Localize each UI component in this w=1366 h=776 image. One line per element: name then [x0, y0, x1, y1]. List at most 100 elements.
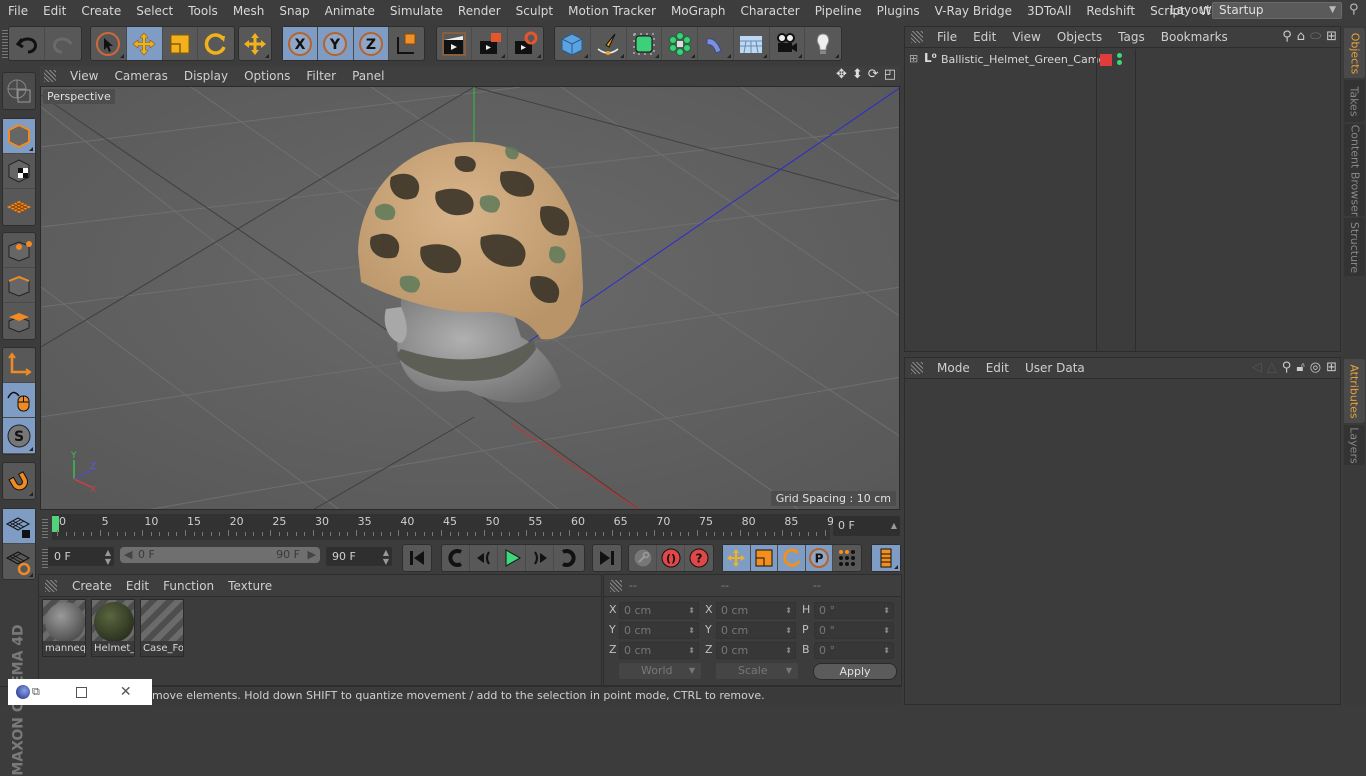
apply-button[interactable]: Apply: [813, 663, 897, 680]
back-arrow-icon[interactable]: ◁: [1252, 360, 1262, 375]
layout-dropdown[interactable]: Startup ▼: [1212, 2, 1342, 19]
coordinate-space-dropdown[interactable]: World ▼: [619, 663, 701, 679]
render-view-button[interactable]: [437, 27, 473, 60]
scale-key-button[interactable]: [750, 545, 779, 571]
close-icon[interactable]: ✕: [120, 684, 132, 700]
scale-tool-button[interactable]: [163, 27, 199, 60]
menu-character[interactable]: Character: [732, 4, 806, 18]
panel-grip[interactable]: [44, 70, 56, 82]
eye-icon[interactable]: ⬭: [1310, 29, 1321, 44]
menu-file[interactable]: File: [0, 4, 35, 18]
attributes-menu-edit[interactable]: Edit: [978, 361, 1017, 375]
objects-menu-bookmarks[interactable]: Bookmarks: [1153, 30, 1236, 44]
size-x-field[interactable]: 0 cm ⬍: [716, 602, 796, 619]
menu-plugins[interactable]: Plugins: [869, 4, 927, 18]
floor-button[interactable]: [734, 27, 770, 60]
planar-workplane-button[interactable]: [3, 544, 35, 579]
prev-key-button[interactable]: [442, 545, 470, 571]
material-swatch[interactable]: Case_Fo: [140, 599, 184, 657]
search-icon[interactable]: ⚲: [1282, 360, 1292, 375]
panel-grip[interactable]: [911, 31, 923, 43]
render-visibility-dot[interactable]: [1117, 60, 1122, 65]
x-axis-lock-button[interactable]: X: [283, 27, 319, 60]
menu-3dtoall[interactable]: 3DToAll: [1019, 4, 1078, 18]
attributes-menu-user-data[interactable]: User Data: [1017, 361, 1093, 375]
material-menu-texture[interactable]: Texture: [221, 579, 279, 593]
polygons-mode-button[interactable]: [3, 303, 35, 338]
solo-mode-button[interactable]: S: [3, 418, 35, 453]
camera-label[interactable]: Perspective: [43, 89, 115, 104]
viewport-menu-filter[interactable]: Filter: [298, 69, 344, 83]
menu-tools[interactable]: Tools: [180, 4, 225, 18]
camera-button[interactable]: [770, 27, 806, 60]
panel-grip[interactable]: [45, 579, 57, 592]
maximize-view-icon[interactable]: ◰: [884, 67, 896, 82]
redo-button[interactable]: [45, 27, 81, 60]
axis-mode-button[interactable]: [3, 348, 35, 383]
points-mode-button[interactable]: [3, 233, 35, 268]
tab-structure[interactable]: Structure: [1344, 218, 1365, 276]
goto-start-button[interactable]: [403, 545, 431, 571]
material-swatch[interactable]: Helmet_: [91, 599, 135, 657]
menu-motion-tracker[interactable]: Motion Tracker: [560, 4, 663, 18]
size-z-field[interactable]: 0 cm ⬍: [716, 642, 796, 659]
expand-icon[interactable]: ⊞: [909, 52, 918, 65]
menu-sculpt[interactable]: Sculpt: [508, 4, 560, 18]
pan-icon[interactable]: ✥: [836, 67, 847, 82]
coordinate-system-button[interactable]: [389, 27, 424, 60]
tweak-mode-button[interactable]: [3, 383, 35, 418]
y-axis-lock-button[interactable]: Y: [318, 27, 354, 60]
maximize-icon[interactable]: [75, 686, 87, 698]
orbit-icon[interactable]: ⟳: [868, 67, 879, 82]
render-picture-viewer-button[interactable]: [472, 27, 508, 60]
goto-end-button[interactable]: [593, 545, 621, 571]
make-editable-button[interactable]: [3, 73, 35, 109]
rotate-tool-button[interactable]: [198, 27, 234, 60]
pen-button[interactable]: [591, 27, 627, 60]
record-keys-button[interactable]: [629, 545, 657, 571]
layer-color-swatch[interactable]: [1100, 54, 1112, 66]
cube-button[interactable]: [555, 27, 591, 60]
menu-render[interactable]: Render: [450, 4, 508, 18]
rotation-key-button[interactable]: [778, 545, 806, 571]
menu-simulate[interactable]: Simulate: [382, 4, 450, 18]
material-menu-edit[interactable]: Edit: [119, 579, 156, 593]
panel-grip[interactable]: [911, 362, 923, 374]
play-button[interactable]: [498, 545, 526, 571]
material-menu-create[interactable]: Create: [65, 579, 119, 593]
cloner-button[interactable]: [662, 27, 698, 60]
edges-mode-button[interactable]: [3, 268, 35, 303]
pos-z-field[interactable]: 0 cm ⬍: [619, 642, 699, 659]
menu-edit[interactable]: Edit: [35, 4, 73, 18]
size-mode-dropdown[interactable]: Scale ▼: [716, 663, 798, 679]
lock-workplane-button[interactable]: [3, 509, 35, 544]
end-frame-field[interactable]: 90 F ▲ ▼: [326, 547, 392, 566]
tab-objects[interactable]: Objects: [1344, 28, 1365, 78]
menu-redshift[interactable]: Redshift: [1078, 4, 1142, 18]
keyframe-selection-button[interactable]: ?: [685, 545, 713, 571]
home-icon[interactable]: ⌂: [1297, 29, 1305, 44]
panel-grip[interactable]: [610, 580, 622, 592]
objects-menu-tags[interactable]: Tags: [1110, 30, 1153, 44]
tab-attributes[interactable]: Attributes: [1344, 359, 1365, 423]
menu-create[interactable]: Create: [73, 4, 128, 18]
menu-pipeline[interactable]: Pipeline: [807, 4, 869, 18]
bend-deformer-button[interactable]: [698, 27, 734, 60]
point-level-key-button[interactable]: [833, 545, 861, 571]
start-frame-field[interactable]: 0 F ▲ ▼: [48, 547, 114, 566]
target-icon[interactable]: ◎: [1310, 360, 1321, 375]
menu-snap[interactable]: Snap: [271, 4, 316, 18]
model-mode-button[interactable]: [3, 119, 35, 154]
viewport-menu-view[interactable]: View: [62, 69, 106, 83]
range-left-arrow-icon[interactable]: ◀: [124, 547, 132, 563]
tab-content-browser[interactable]: Content Browser: [1344, 124, 1365, 216]
rot-p-field[interactable]: 0 ° ⬍: [814, 622, 894, 639]
next-key-button[interactable]: [554, 545, 582, 571]
texture-mode-button[interactable]: [3, 154, 35, 189]
attributes-menu-mode[interactable]: Mode: [929, 361, 978, 375]
lock-icon[interactable]: 🔓︎: [1296, 360, 1304, 375]
current-frame-field[interactable]: 0 F▲▼: [833, 516, 900, 550]
search-icon[interactable]: ⚲: [1349, 2, 1359, 17]
objects-menu-edit[interactable]: Edit: [965, 30, 1004, 44]
recent-tool-button[interactable]: [239, 27, 271, 60]
